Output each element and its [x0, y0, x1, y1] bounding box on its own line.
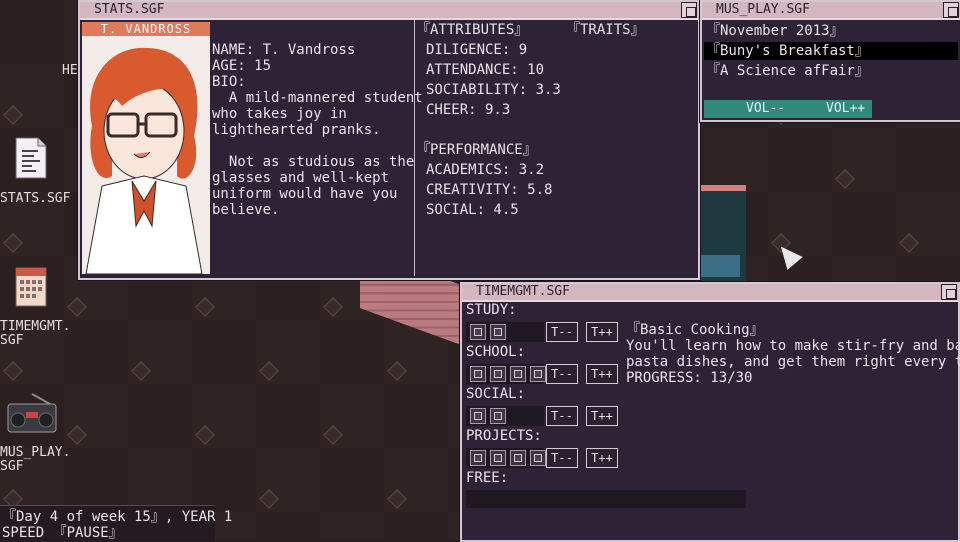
window-title: MUS_PLAY.SGF [716, 2, 810, 17]
divider [414, 20, 415, 276]
volume-up-button[interactable]: VOL++ [826, 100, 865, 118]
category-label-projects: PROJECTS: [466, 428, 542, 444]
profile-name: NAME: T. Vandross [212, 42, 356, 58]
track-item[interactable]: 『A Science afFair』 [704, 62, 958, 80]
window-maximize-button[interactable] [941, 284, 957, 300]
performance-creativity: CREATIVITY: 5.8 [426, 182, 553, 198]
performance-academics: ACADEMICS: 3.2 [426, 162, 545, 178]
study-increase-button[interactable]: T++ [586, 322, 618, 342]
desktop-icon-musplay[interactable]: MUS_PLAY. SGF [0, 392, 80, 474]
category-label-study: STUDY: [466, 302, 517, 318]
time-slot[interactable] [490, 408, 506, 424]
desktop-icon-timemgmt[interactable]: TIMEMGMT. SGF [0, 264, 80, 348]
timemgmt-window-titlebar[interactable]: TIMEMGMT.SGF [462, 284, 958, 302]
calendar-icon [14, 264, 50, 308]
social-increase-button[interactable]: T++ [586, 406, 618, 426]
volume-bar: VOL-- VOL++ [704, 100, 872, 118]
attribute-sociability: SOCIABILITY: 3.3 [426, 82, 561, 98]
time-slot[interactable] [470, 324, 486, 340]
room-rug [700, 255, 740, 277]
music-window: MUS_PLAY.SGF 『November 2013』 『Buny's Bre… [700, 0, 960, 122]
school-increase-button[interactable]: T++ [586, 364, 618, 384]
project-description: You'll learn how to make stir-fry and ba… [626, 338, 960, 370]
timemgmt-window: TIMEMGMT.SGF STUDY: T-- T++ SCHOOL: T-- … [460, 282, 960, 542]
track-item[interactable]: 『November 2013』 [704, 22, 958, 40]
window-title: TIMEMGMT.SGF [476, 284, 570, 299]
attribute-attendance: ATTENDANCE: 10 [426, 62, 545, 78]
time-slot[interactable] [470, 450, 486, 466]
desktop-icon-stats[interactable]: STATS.SGF [0, 136, 80, 206]
portrait-name: T. VANDROSS [82, 22, 210, 36]
day-indicator: 『Day 4 of week 15』, YEAR 1 [2, 509, 233, 525]
time-slot[interactable] [490, 324, 506, 340]
attributes-header: 『ATTRIBUTES』 [416, 22, 529, 38]
music-window-titlebar[interactable]: MUS_PLAY.SGF [702, 2, 960, 20]
time-slot[interactable] [510, 450, 526, 466]
profile-bio-label: BIO: [212, 74, 246, 90]
window-title: STATS.SGF [94, 2, 165, 17]
desktop-icon-label: TIMEMGMT. SGF [0, 319, 71, 348]
study-decrease-button[interactable]: T-- [546, 322, 578, 342]
time-slot[interactable] [490, 366, 506, 382]
radio-icon [6, 392, 58, 436]
category-label-school: SCHOOL: [466, 344, 526, 360]
projects-increase-button[interactable]: T++ [586, 448, 618, 468]
desktop-icon-label: STATS.SGF [0, 191, 71, 206]
performance-social: SOCIAL: 4.5 [426, 202, 519, 218]
project-progress: PROGRESS: 13/30 [626, 370, 753, 386]
stats-window: STATS.SGF T. VANDROSS NAME: T. Vandross … [78, 0, 700, 280]
speed-indicator[interactable]: SPEED 『PAUSE』 [2, 525, 123, 541]
volume-down-button[interactable]: VOL-- [746, 100, 785, 118]
projects-decrease-button[interactable]: T-- [546, 448, 578, 468]
time-slot[interactable] [490, 450, 506, 466]
attribute-cheer: CHEER: 9.3 [426, 102, 511, 118]
project-title: 『Basic Cooking』 [626, 322, 764, 338]
attribute-diligence: DILIGENCE: 9 [426, 42, 528, 58]
time-slot[interactable] [470, 366, 486, 382]
window-maximize-button[interactable] [943, 2, 959, 18]
performance-header: 『PERFORMANCE』 [416, 142, 537, 158]
character-illustration [82, 36, 210, 274]
social-decrease-button[interactable]: T-- [546, 406, 578, 426]
profile-age: AGE: 15 [212, 58, 272, 74]
time-slot[interactable] [510, 366, 526, 382]
window-maximize-button[interactable] [681, 2, 697, 18]
document-icon [14, 136, 50, 180]
track-item-selected[interactable]: 『Buny's Breakfast』 [704, 42, 958, 60]
traits-header: 『TRAITS』 [566, 22, 645, 38]
character-portrait: T. VANDROSS [82, 22, 210, 274]
time-slot[interactable] [470, 408, 486, 424]
profile-bio-paragraph: A mild-mannered student who takes joy in… [212, 90, 423, 138]
free-time-bar [466, 490, 746, 508]
time-slot[interactable] [530, 366, 546, 382]
game-status-bar: 『Day 4 of week 15』, YEAR 1 SPEED 『PAUSE』 [0, 505, 232, 541]
desktop-icon-label: MUS_PLAY. SGF [0, 445, 71, 474]
school-decrease-button[interactable]: T-- [546, 364, 578, 384]
category-label-free: FREE: [466, 470, 509, 486]
category-label-social: SOCIAL: [466, 386, 526, 402]
time-slot[interactable] [530, 450, 546, 466]
stats-window-titlebar[interactable]: STATS.SGF [80, 2, 698, 20]
profile-bio-paragraph: Not as studious as the glasses and well-… [212, 154, 415, 218]
